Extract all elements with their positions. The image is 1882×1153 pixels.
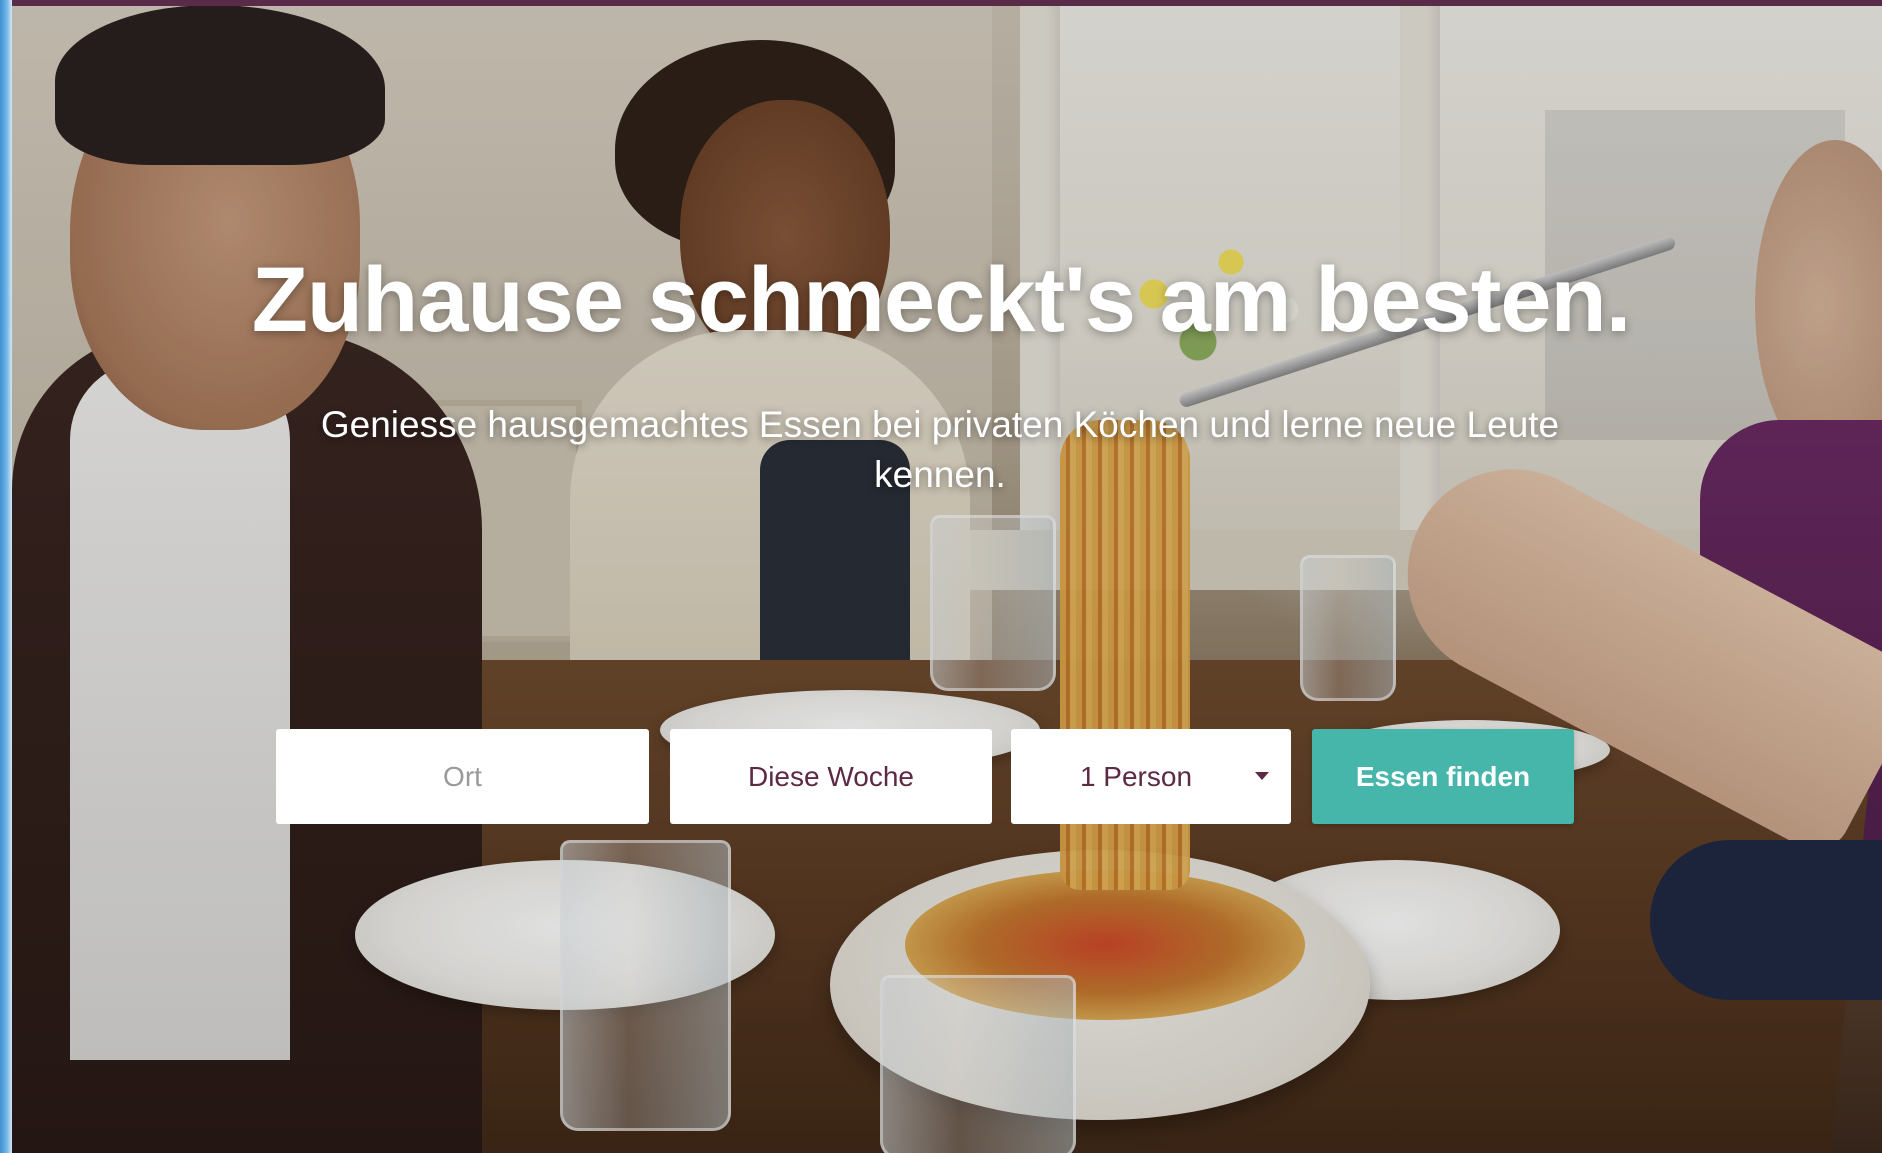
hero-title: Zuhause schmeckt's am besten. xyxy=(251,249,1632,351)
persons-select[interactable]: 1 Person xyxy=(1011,729,1291,824)
hero-subtitle: Geniesse hausgemachtes Essen bei private… xyxy=(320,404,1560,495)
page-frame: Zuhause schmeckt's am besten. Geniesse h… xyxy=(0,0,1882,1153)
location-input[interactable] xyxy=(276,728,649,825)
caret-down-icon xyxy=(1255,772,1269,780)
top-accent-strip xyxy=(0,0,1882,6)
hero-background-photo xyxy=(0,0,1882,1153)
location-field xyxy=(276,728,649,825)
date-field[interactable]: Diese Woche xyxy=(670,729,992,824)
window-left-edge xyxy=(0,0,12,1153)
persons-value: 1 Person xyxy=(1079,760,1193,792)
date-value: Diese Woche xyxy=(747,760,914,792)
photo-dark-overlay xyxy=(0,0,1882,1153)
find-food-button[interactable]: Essen finden xyxy=(1312,729,1574,824)
